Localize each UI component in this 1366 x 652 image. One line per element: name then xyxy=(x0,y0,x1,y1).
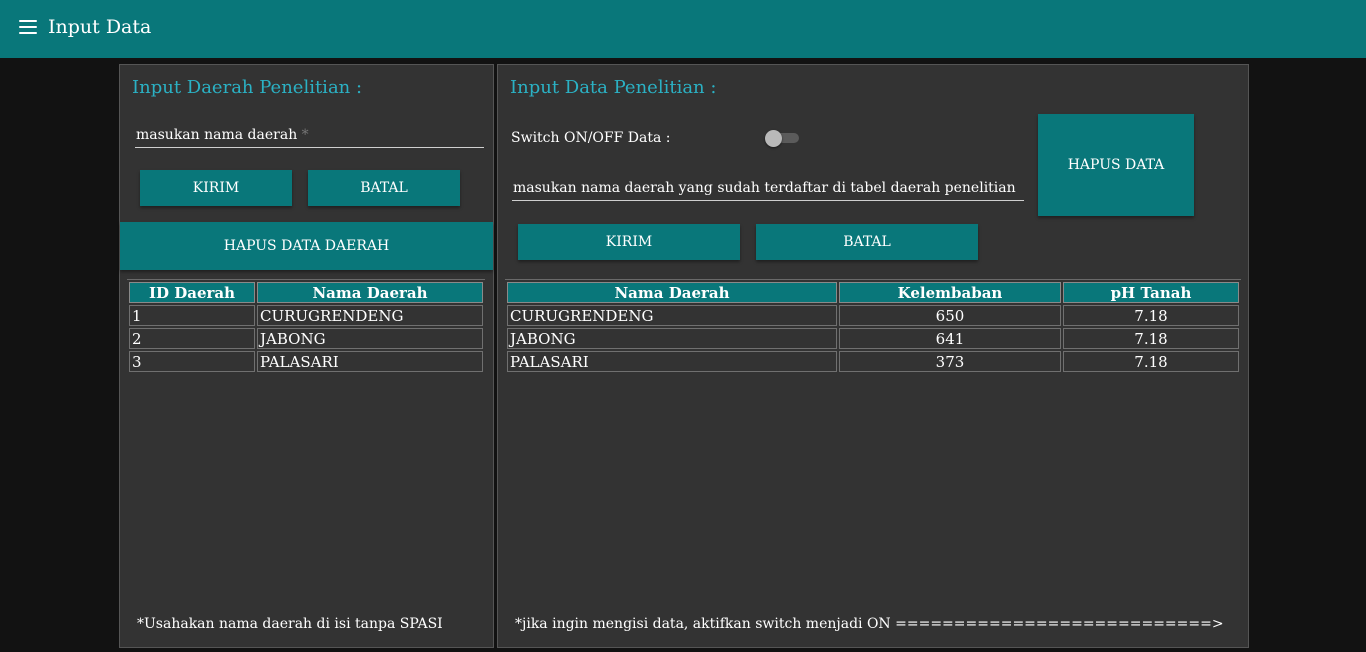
registered-region-field[interactable]: masukan nama daerah yang sudah terdaftar… xyxy=(512,173,1024,201)
table-cell: 7.18 xyxy=(1063,328,1239,349)
research-note: *jika ingin mengisi data, aktifkan switc… xyxy=(515,616,1224,632)
research-cancel-button[interactable]: BATAL xyxy=(756,224,978,260)
region-table: ID Daerah Nama Daerah 1 CURUGRENDENG 2 J… xyxy=(127,279,485,374)
switch-thumb xyxy=(765,130,782,147)
page-title: Input Data xyxy=(48,16,152,38)
column-header: pH Tanah xyxy=(1063,282,1239,303)
table-cell: JABONG xyxy=(257,328,483,349)
table-row: 3 PALASARI xyxy=(129,351,483,372)
app-bar: Input Data xyxy=(0,0,1366,58)
table-cell: 7.18 xyxy=(1063,351,1239,372)
required-mark: * xyxy=(301,127,309,143)
table-row: 2 JABONG xyxy=(129,328,483,349)
column-header: ID Daerah xyxy=(129,282,255,303)
region-name-field[interactable]: masukan nama daerah * xyxy=(135,121,484,148)
column-header: Nama Daerah xyxy=(507,282,837,303)
table-cell: 1 xyxy=(129,305,255,326)
table-cell: 650 xyxy=(839,305,1061,326)
table-cell: PALASARI xyxy=(507,351,837,372)
table-cell: 2 xyxy=(129,328,255,349)
column-header: Kelembaban xyxy=(839,282,1061,303)
research-submit-button[interactable]: KIRIM xyxy=(518,224,740,260)
region-name-field-label: masukan nama daerah * xyxy=(136,127,309,143)
column-header: Nama Daerah xyxy=(257,282,483,303)
table-cell: CURUGRENDENG xyxy=(257,305,483,326)
table-cell: 3 xyxy=(129,351,255,372)
research-input-panel: Input Data Penelitian : Switch ON/OFF Da… xyxy=(497,64,1249,648)
data-toggle-switch[interactable] xyxy=(765,130,799,147)
hamburger-menu-icon[interactable] xyxy=(19,20,37,34)
region-cancel-button[interactable]: BATAL xyxy=(308,170,460,206)
table-header-row: ID Daerah Nama Daerah xyxy=(129,282,483,303)
table-cell: 641 xyxy=(839,328,1061,349)
delete-region-data-button[interactable]: HAPUS DATA DAERAH xyxy=(120,222,493,270)
table-row: PALASARI 373 7.18 xyxy=(507,351,1239,372)
table-cell: PALASARI xyxy=(257,351,483,372)
region-submit-button[interactable]: KIRIM xyxy=(140,170,292,206)
table-header-row: Nama Daerah Kelembaban pH Tanah xyxy=(507,282,1239,303)
table-cell: 373 xyxy=(839,351,1061,372)
table-row: 1 CURUGRENDENG xyxy=(129,305,483,326)
table-cell: CURUGRENDENG xyxy=(507,305,837,326)
table-row: CURUGRENDENG 650 7.18 xyxy=(507,305,1239,326)
table-cell: JABONG xyxy=(507,328,837,349)
research-panel-title: Input Data Penelitian : xyxy=(510,77,717,98)
registered-region-field-label: masukan nama daerah yang sudah terdaftar… xyxy=(513,180,1016,196)
table-cell: 7.18 xyxy=(1063,305,1239,326)
region-name-label-text: masukan nama daerah xyxy=(136,127,298,143)
research-table: Nama Daerah Kelembaban pH Tanah CURUGREN… xyxy=(505,279,1241,374)
table-row: JABONG 641 7.18 xyxy=(507,328,1239,349)
region-note: *Usahakan nama daerah di isi tanpa SPASI xyxy=(137,616,443,632)
switch-label: Switch ON/OFF Data : xyxy=(511,130,671,146)
region-panel-title: Input Daerah Penelitian : xyxy=(132,77,363,98)
region-input-panel: Input Daerah Penelitian : masukan nama d… xyxy=(119,64,494,648)
delete-data-button[interactable]: HAPUS DATA xyxy=(1038,114,1194,216)
